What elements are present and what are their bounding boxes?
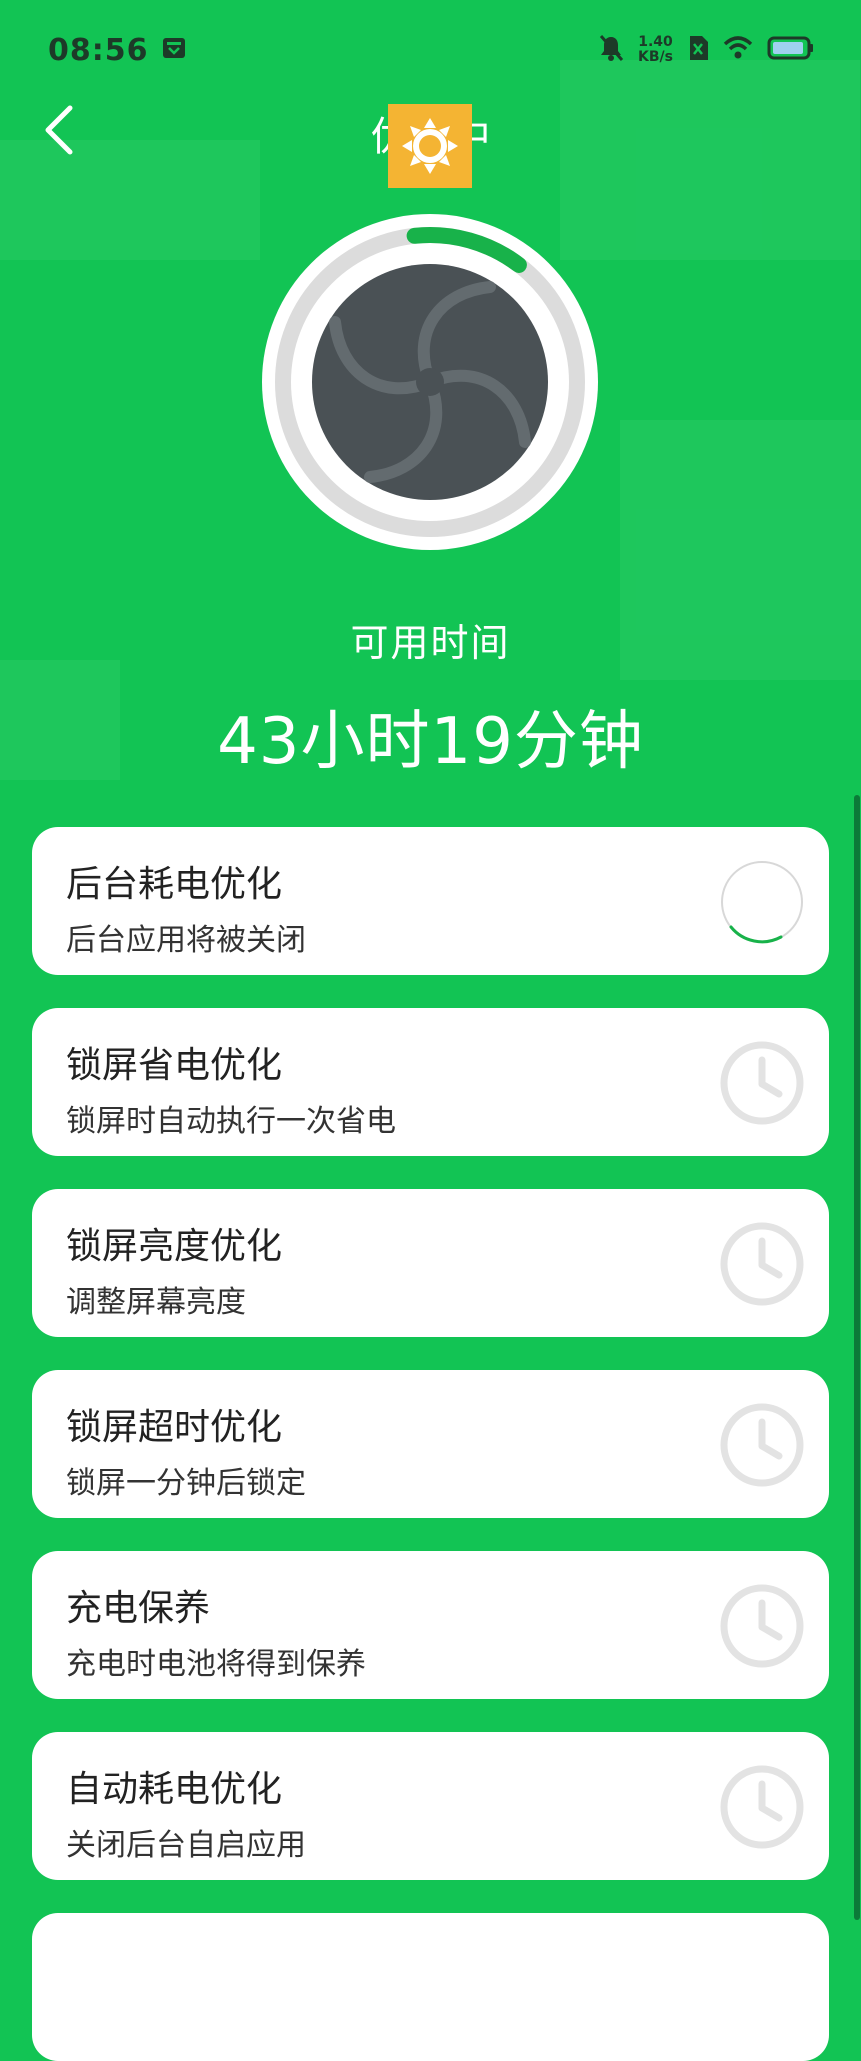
- item-title: 自动耗电优化: [66, 1769, 283, 1810]
- list-item[interactable]: 自动耗电优化 关闭后台自启应用: [32, 1732, 829, 1880]
- list-item-partial[interactable]: [32, 1913, 829, 2061]
- silent-bell-icon: [598, 34, 624, 66]
- scrollbar[interactable]: [854, 795, 860, 1920]
- item-subtitle: 关闭后台自启应用: [66, 1828, 306, 1863]
- network-speed-value: 1.40: [638, 34, 673, 50]
- clock-icon: [720, 1222, 804, 1306]
- spinner-icon: [721, 861, 803, 944]
- item-subtitle: 后台应用将被关闭: [66, 923, 306, 958]
- item-title: 后台耗电优化: [66, 864, 283, 905]
- item-title: 锁屏亮度优化: [66, 1226, 283, 1267]
- clock-icon: [720, 1584, 804, 1668]
- battery-icon: [767, 35, 815, 65]
- item-subtitle: 锁屏时自动执行一次省电: [66, 1104, 396, 1139]
- sun-icon: [402, 118, 458, 174]
- network-speed-unit: KB/s: [638, 49, 673, 65]
- network-speed: 1.40 KB/s: [638, 35, 673, 65]
- clock-icon: [720, 1765, 804, 1849]
- list-item[interactable]: 锁屏超时优化 锁屏一分钟后锁定: [32, 1370, 829, 1518]
- optimization-progress-ring: [260, 212, 600, 552]
- available-time-value: 43小时19分钟: [217, 705, 644, 779]
- brightness-indicator: [388, 104, 472, 188]
- list-item[interactable]: 后台耗电优化 后台应用将被关闭: [32, 827, 829, 975]
- clock-icon: [720, 1403, 804, 1487]
- status-bar: 08:56 1.40 KB/s: [0, 0, 861, 100]
- wifi-icon: [723, 35, 753, 65]
- notification-app-icon: [161, 35, 187, 65]
- item-title: 锁屏超时优化: [66, 1407, 283, 1448]
- item-subtitle: 锁屏一分钟后锁定: [66, 1466, 306, 1501]
- list-item[interactable]: 锁屏省电优化 锁屏时自动执行一次省电: [32, 1008, 829, 1156]
- available-time-label: 可用时间: [350, 621, 511, 665]
- list-item[interactable]: 充电保养 充电时电池将得到保养: [32, 1551, 829, 1699]
- item-subtitle: 充电时电池将得到保养: [66, 1647, 366, 1682]
- list-item[interactable]: 锁屏亮度优化 调整屏幕亮度: [32, 1189, 829, 1337]
- item-subtitle: 调整屏幕亮度: [66, 1285, 246, 1320]
- item-title: 锁屏省电优化: [66, 1045, 283, 1086]
- clock-icon: [720, 1041, 804, 1125]
- item-title: 充电保养: [66, 1588, 211, 1629]
- sim-disabled-icon: [687, 35, 709, 65]
- status-time: 08:56: [48, 32, 149, 68]
